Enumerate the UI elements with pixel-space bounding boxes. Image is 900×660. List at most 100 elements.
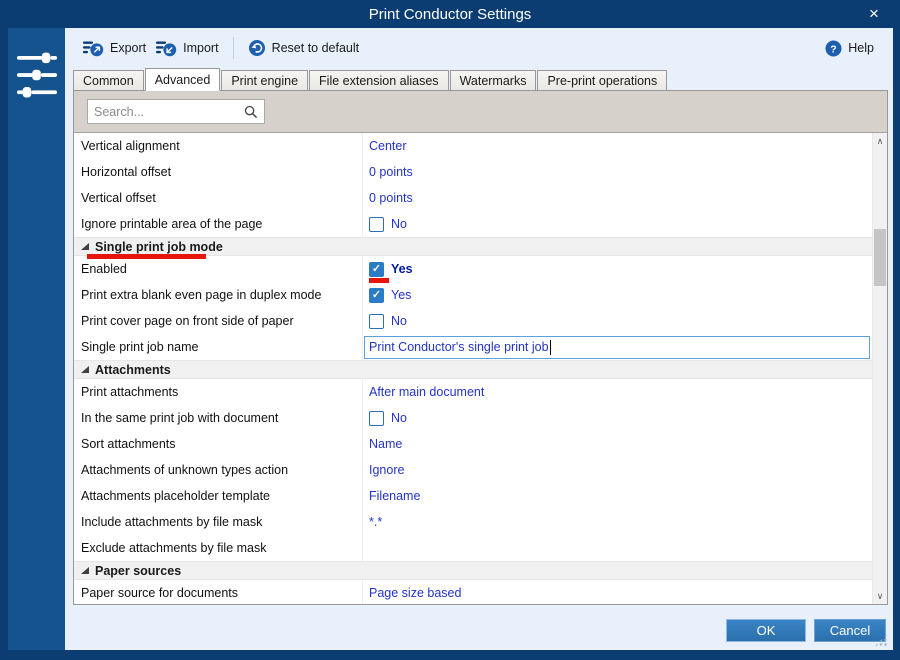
table-row[interactable]: Exclude attachments by file mask: [74, 535, 872, 561]
settings-rows: Vertical alignment Center Horizontal off…: [74, 133, 872, 604]
setting-label: Print attachments: [74, 379, 363, 405]
table-row[interactable]: Horizontal offset 0 points: [74, 159, 872, 185]
setting-value[interactable]: *.*: [363, 509, 872, 535]
help-button[interactable]: ? Help: [820, 36, 879, 61]
help-icon: ?: [825, 40, 842, 57]
setting-label: Exclude attachments by file mask: [74, 535, 363, 561]
setting-value[interactable]: No: [363, 308, 872, 334]
setting-value[interactable]: ✓ Yes: [363, 256, 872, 282]
footer-bar: OK Cancel: [65, 605, 893, 650]
setting-value[interactable]: Center: [363, 133, 872, 159]
table-row[interactable]: Print cover page on front side of paper …: [74, 308, 872, 334]
settings-table: Vertical alignment Center Horizontal off…: [74, 132, 887, 604]
setting-value-text: After main document: [369, 385, 484, 399]
tab-print-engine[interactable]: Print engine: [221, 70, 308, 90]
import-label: Import: [183, 41, 218, 55]
tab-advanced[interactable]: Advanced: [145, 68, 221, 91]
cancel-button[interactable]: Cancel: [814, 619, 886, 642]
section-label: Attachments: [95, 363, 171, 377]
tab-watermarks[interactable]: Watermarks: [450, 70, 537, 90]
setting-label: Paper source for documents: [74, 580, 363, 604]
collapse-triangle-icon[interactable]: [81, 243, 89, 250]
section-header-row[interactable]: Single print job mode: [74, 237, 872, 256]
setting-value[interactable]: No: [363, 405, 872, 431]
checkbox[interactable]: ✓: [369, 288, 384, 303]
tab-file-extension-aliases[interactable]: File extension aliases: [309, 70, 449, 90]
setting-value[interactable]: No: [363, 211, 872, 237]
section-label: Single print job mode: [95, 240, 223, 254]
section-header-row[interactable]: Attachments: [74, 360, 872, 379]
setting-label: Ignore printable area of the page: [74, 211, 363, 237]
scroll-up-icon[interactable]: ∧: [873, 133, 887, 149]
setting-value[interactable]: [363, 535, 872, 561]
setting-value[interactable]: Filename: [363, 483, 872, 509]
export-button[interactable]: Export: [78, 36, 151, 61]
checkbox[interactable]: [369, 217, 384, 232]
table-row[interactable]: Ignore printable area of the page No: [74, 211, 872, 237]
export-label: Export: [110, 41, 146, 55]
table-row[interactable]: Sort attachments Name: [74, 431, 872, 457]
input-text: Print Conductor's single print job: [369, 340, 549, 354]
table-row[interactable]: Paper source for documents Page size bas…: [74, 580, 872, 604]
setting-value[interactable]: Page size based: [363, 580, 872, 604]
setting-value-text: Filename: [369, 489, 420, 503]
checkbox[interactable]: [369, 411, 384, 426]
reset-label: Reset to default: [272, 41, 360, 55]
help-label: Help: [848, 41, 874, 55]
setting-label: Attachments of unknown types action: [74, 457, 363, 483]
table-row[interactable]: Enabled ✓ Yes: [74, 256, 872, 282]
collapse-triangle-icon[interactable]: [81, 366, 89, 373]
setting-value[interactable]: 0 points: [363, 159, 872, 185]
tab-pre-print-operations[interactable]: Pre-print operations: [537, 70, 667, 90]
settings-window: Print Conductor Settings ×: [0, 0, 900, 660]
table-row[interactable]: Attachments placeholder template Filenam…: [74, 483, 872, 509]
export-icon: [83, 40, 104, 57]
vertical-scrollbar[interactable]: ∧ ∨: [872, 133, 887, 604]
setting-label: Print extra blank even page in duplex mo…: [74, 282, 363, 308]
table-row[interactable]: Vertical alignment Center: [74, 133, 872, 159]
setting-value-text: Yes: [391, 288, 411, 302]
table-row[interactable]: Attachments of unknown types action Igno…: [74, 457, 872, 483]
tab-common[interactable]: Common: [73, 70, 144, 90]
setting-value[interactable]: Print Conductor's single print job: [363, 334, 872, 360]
checkbox[interactable]: ✓: [369, 262, 384, 277]
table-row[interactable]: Print attachments After main document: [74, 379, 872, 405]
import-button[interactable]: Import: [151, 36, 223, 61]
setting-label: Attachments placeholder template: [74, 483, 363, 509]
title-bar: Print Conductor Settings ×: [0, 0, 900, 28]
setting-label: Print cover page on front side of paper: [74, 308, 363, 334]
setting-label: Enabled: [74, 256, 363, 282]
table-row[interactable]: Print extra blank even page in duplex mo…: [74, 282, 872, 308]
setting-value-text: 0 points: [369, 165, 413, 179]
setting-label: Vertical offset: [74, 185, 363, 211]
setting-value[interactable]: 0 points: [363, 185, 872, 211]
table-row[interactable]: In the same print job with document No: [74, 405, 872, 431]
checkmark-icon: ✓: [372, 290, 381, 301]
checkmark-icon: ✓: [372, 264, 381, 275]
setting-text-input[interactable]: Print Conductor's single print job: [364, 336, 870, 359]
sliders-icon: [16, 50, 58, 102]
section-header-row[interactable]: Paper sources: [74, 561, 872, 580]
ok-button[interactable]: OK: [726, 619, 806, 642]
search-icon: [244, 105, 258, 119]
collapse-triangle-icon[interactable]: [81, 567, 89, 574]
table-row[interactable]: Single print job name Print Conductor's …: [74, 334, 872, 360]
checkbox[interactable]: [369, 314, 384, 329]
setting-value-text: No: [391, 217, 407, 231]
toolbar: Export Import: [65, 28, 893, 68]
setting-value-text: No: [391, 314, 407, 328]
scrollbar-thumb[interactable]: [874, 229, 886, 286]
setting-value[interactable]: After main document: [363, 379, 872, 405]
sidebar: [8, 28, 65, 650]
scroll-down-icon[interactable]: ∨: [873, 588, 887, 604]
setting-value[interactable]: ✓ Yes: [363, 282, 872, 308]
table-row[interactable]: Include attachments by file mask *.*: [74, 509, 872, 535]
search-input[interactable]: [94, 105, 244, 119]
search-box[interactable]: [87, 99, 265, 124]
table-row[interactable]: Vertical offset 0 points: [74, 185, 872, 211]
reset-to-default-button[interactable]: Reset to default: [243, 35, 365, 61]
setting-value[interactable]: Ignore: [363, 457, 872, 483]
close-button[interactable]: ×: [858, 0, 890, 28]
svg-text:?: ?: [831, 43, 837, 55]
setting-value[interactable]: Name: [363, 431, 872, 457]
